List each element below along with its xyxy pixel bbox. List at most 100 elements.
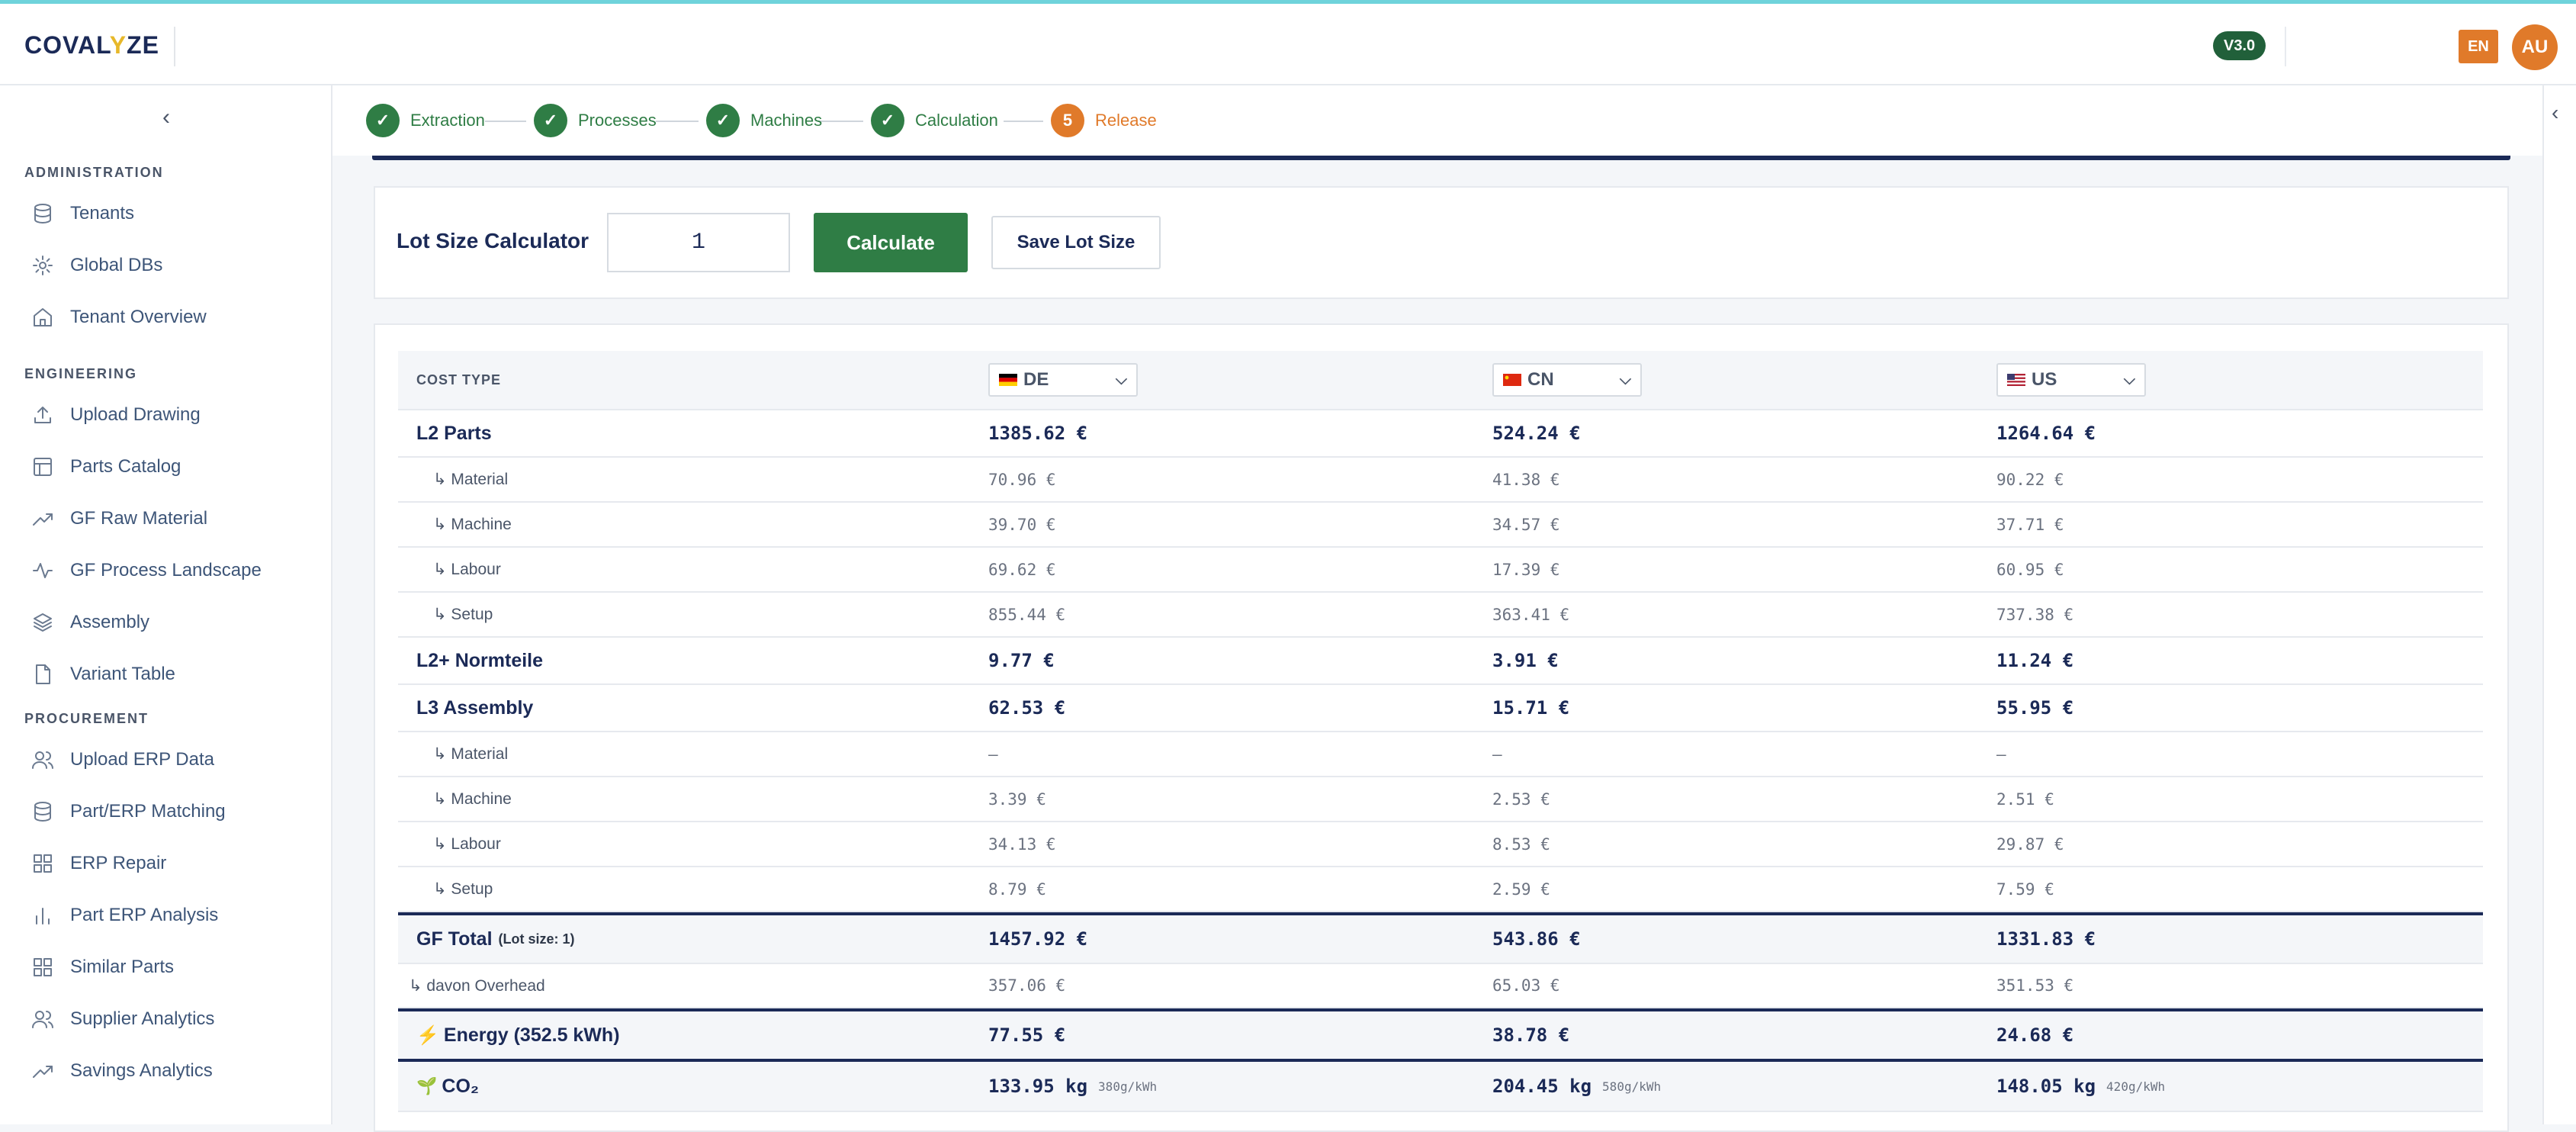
sidebar-item-assembly[interactable]: Assembly: [31, 607, 149, 638]
right-panel-edge: ‹: [2542, 85, 2576, 1124]
row-label: ↳ Machine: [433, 790, 512, 808]
cost-value: 55.95 €: [1996, 697, 2074, 719]
sidebar-item-tenants[interactable]: Tenants: [31, 198, 134, 229]
trending-up-icon: [33, 1066, 53, 1078]
sidebar-item-gf-process-landscape[interactable]: GF Process Landscape: [31, 555, 262, 586]
cost-value: 60.95 €: [1996, 560, 2064, 579]
sidebar-item-variant-table[interactable]: Variant Table: [31, 659, 175, 690]
sidebar-item-gf-raw-material[interactable]: GF Raw Material: [31, 503, 207, 534]
sidebar-item-erp-repair[interactable]: ERP Repair: [31, 848, 166, 879]
sidebar-section-title: ENGINEERING: [24, 366, 138, 381]
sidebar-item-part-erp-analysis[interactable]: Part ERP Analysis: [31, 900, 218, 931]
step-label: Calculation: [915, 111, 998, 130]
leaf-icon: 🌱: [416, 1076, 438, 1095]
row-label: ↳ Labour: [433, 835, 501, 853]
database-icon: [34, 802, 51, 822]
usa-flag-icon: [2007, 374, 2025, 386]
energy-value: 77.55 €: [988, 1024, 1066, 1046]
co2-label-wrap: 🌱 CO₂: [416, 1062, 479, 1111]
chevron-left-icon[interactable]: ‹: [2552, 101, 2558, 125]
sidebar-item-supplier-analytics[interactable]: Supplier Analytics: [31, 1004, 214, 1034]
lot-size-input[interactable]: 1: [607, 213, 790, 272]
step-number: 5: [1051, 104, 1084, 137]
row-label: L3 Assembly: [416, 696, 534, 719]
activity-icon: [33, 563, 53, 578]
step-release[interactable]: 5 Release: [1051, 104, 1157, 137]
cost-value: 8.79 €: [988, 880, 1046, 899]
cost-value: 2.53 €: [1492, 790, 1550, 809]
save-lot-size-button[interactable]: Save Lot Size: [991, 216, 1161, 269]
co2-value: 148.05 kg: [1996, 1076, 2096, 1097]
sidebar-item-part-erp-matching[interactable]: Part/ERP Matching: [31, 796, 226, 827]
cost-value: 69.62 €: [988, 560, 1056, 579]
cost-value: 363.41 €: [1492, 605, 1570, 624]
co2-factor: 420g/kWh: [2106, 1079, 2166, 1094]
germany-flag-icon: [999, 374, 1017, 386]
sidebar-item-upload-erp-data[interactable]: Upload ERP Data: [31, 744, 214, 775]
sidebar-item-global-dbs[interactable]: Global DBs: [31, 250, 162, 281]
country-code: US: [2032, 369, 2057, 390]
cost-value: 2.59 €: [1492, 880, 1550, 899]
home-icon: [34, 308, 52, 326]
cost-value: 70.96 €: [988, 470, 1056, 489]
table-row-sub: ↳ Material – – –: [398, 732, 2483, 777]
gear-icon: [33, 256, 53, 275]
calculate-button[interactable]: Calculate: [814, 213, 968, 272]
workflow-stepper: ✓ Extraction ✓ Processes ✓ Machines ✓ Calculati…: [332, 85, 2542, 156]
lot-size-note: (Lot size: 1): [498, 931, 575, 947]
sidebar-item-label: Part ERP Analysis: [70, 905, 219, 925]
sidebar-item-similar-parts[interactable]: Similar Parts: [31, 952, 174, 982]
cost-value: 17.39 €: [1492, 560, 1560, 579]
cost-value: 1385.62 €: [988, 423, 1088, 444]
total-value: 1331.83 €: [1996, 928, 2096, 950]
step-extraction[interactable]: ✓ Extraction: [366, 104, 485, 137]
china-flag-icon: [1503, 374, 1521, 386]
cost-value: 9.77 €: [988, 650, 1055, 671]
users-icon: [32, 1011, 53, 1028]
row-label: ↳ Setup: [433, 880, 493, 898]
country-select-cn[interactable]: CN ⌵: [1492, 363, 1642, 397]
row-label: ↳ Setup: [433, 606, 493, 623]
overhead-value: 357.06 €: [988, 976, 1066, 995]
overhead-value: 351.53 €: [1996, 976, 2074, 995]
cost-value: 62.53 €: [988, 697, 1066, 719]
cost-value: 15.71 €: [1492, 697, 1570, 719]
chevron-left-icon[interactable]: ‹: [153, 102, 180, 133]
total-label-wrap: GF Total (Lot size: 1): [416, 915, 575, 963]
sidebar-item-label: Variant Table: [70, 664, 175, 684]
step-label: Machines: [750, 111, 823, 130]
step-label: Processes: [578, 111, 657, 130]
app-logo[interactable]: COVALYZE: [24, 31, 159, 59]
step-connector: [656, 121, 699, 122]
sidebar-item-upload-drawing[interactable]: Upload Drawing: [31, 400, 201, 430]
section-accent-line: [372, 156, 2510, 160]
sidebar-item-parts-catalog[interactable]: Parts Catalog: [31, 452, 181, 482]
cost-value: 524.24 €: [1492, 423, 1581, 444]
user-avatar[interactable]: AU: [2512, 24, 2558, 70]
table-row-sub: ↳ Setup 8.79 € 2.59 € 7.59 €: [398, 867, 2483, 912]
app-header: COVALYZE V3.0 EN AU: [0, 4, 2576, 85]
header-divider-right: [2285, 27, 2286, 66]
table-row-main: L3 Assembly 62.53 € 15.71 € 55.95 €: [398, 685, 2483, 732]
country-column-header: US ⌵: [1996, 351, 2146, 409]
step-machines[interactable]: ✓ Machines: [706, 104, 822, 137]
cost-value: 8.53 €: [1492, 835, 1550, 854]
sidebar-item-label: Savings Analytics: [70, 1060, 213, 1081]
cost-value: 2.51 €: [1996, 790, 2054, 809]
language-button[interactable]: EN: [2459, 30, 2498, 63]
country-select-de[interactable]: DE ⌵: [988, 363, 1138, 397]
trending-up-icon: [33, 513, 53, 526]
country-select-us[interactable]: US ⌵: [1996, 363, 2146, 397]
step-calculation[interactable]: ✓ Calculation: [871, 104, 998, 137]
sidebar-item-tenant-overview[interactable]: Tenant Overview: [31, 302, 207, 333]
cost-value: 3.91 €: [1492, 650, 1559, 671]
gf-total-row: GF Total (Lot size: 1) 1457.92 € 543.86 € 13…: [398, 912, 2483, 964]
sidebar-item-savings-analytics[interactable]: Savings Analytics: [31, 1056, 213, 1086]
cost-value: 3.39 €: [988, 790, 1046, 809]
check-icon: ✓: [534, 104, 567, 137]
lightning-icon: ⚡: [416, 1024, 439, 1046]
overhead-label: ↳ davon Overhead: [409, 976, 545, 995]
step-processes[interactable]: ✓ Processes: [534, 104, 657, 137]
table-icon: [34, 458, 52, 476]
cost-value: 90.22 €: [1996, 470, 2064, 489]
